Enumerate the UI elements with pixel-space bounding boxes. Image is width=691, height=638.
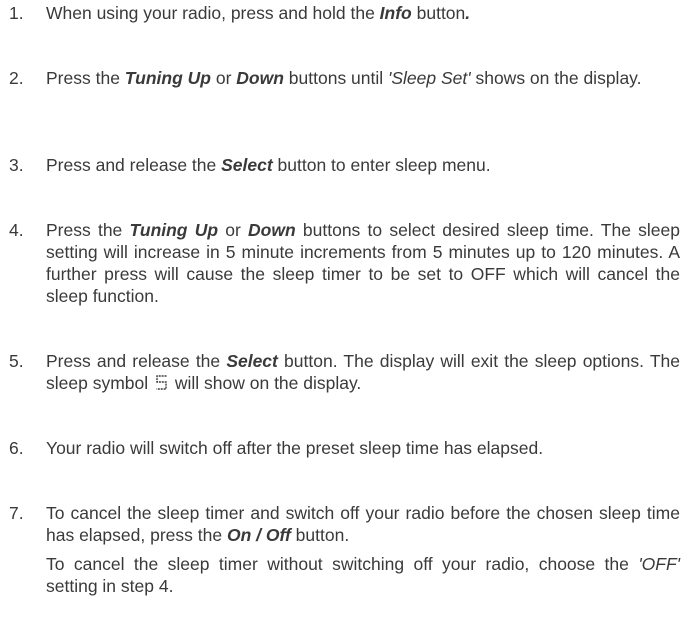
step-7: 7. To cancel the sleep timer and switch … xyxy=(0,502,680,597)
instruction-text: Press the xyxy=(46,68,125,88)
step-paragraph: Press the Tuning Up or Down buttons to s… xyxy=(46,219,680,307)
display-text: 'Sleep Set' xyxy=(388,68,471,88)
instruction-text: button to enter sleep menu. xyxy=(272,155,491,175)
step-number: 1. xyxy=(9,3,24,23)
step-text: Your radio will switch off after the pre… xyxy=(46,437,680,459)
step-number: 2. xyxy=(9,68,24,88)
step-number: 6. xyxy=(9,438,24,458)
step-paragraph: Press the Tuning Up or Down buttons unti… xyxy=(46,67,680,89)
button-name-text: . xyxy=(465,3,471,23)
instruction-text: To cancel the sleep timer without switch… xyxy=(46,554,639,574)
button-name-text: Down xyxy=(248,220,296,240)
button-name-text: Select xyxy=(226,351,278,371)
step-paragraph: When using your radio, press and hold th… xyxy=(46,2,680,24)
step-note-paragraph: To cancel the sleep timer without switch… xyxy=(46,553,680,597)
step-text: To cancel the sleep timer and switch off… xyxy=(46,502,680,597)
sleep-symbol-icon xyxy=(155,374,168,391)
display-text: 'OFF' xyxy=(638,554,680,574)
instruction-page: 1. When using your radio, press and hold… xyxy=(0,0,691,638)
button-name-text: On / Off xyxy=(226,525,291,545)
step-paragraph: Press and release the Select button to e… xyxy=(46,154,680,176)
instruction-text: button. xyxy=(290,525,350,545)
instruction-text: shows on the display. xyxy=(470,68,642,88)
step-2: 2. Press the Tuning Up or Down buttons u… xyxy=(0,67,680,89)
instruction-text: or xyxy=(210,68,237,88)
step-paragraph: Your radio will switch off after the pre… xyxy=(46,437,680,459)
instruction-text: setting in step 4. xyxy=(46,576,174,596)
step-number: 5. xyxy=(9,351,24,371)
step-4: 4. Press the Tuning Up or Down buttons t… xyxy=(0,219,680,307)
instruction-text: Your radio will switch off after the pre… xyxy=(46,438,544,458)
button-name-text: Tuning Up xyxy=(124,68,211,88)
step-text: When using your radio, press and hold th… xyxy=(46,2,680,24)
step-number: 7. xyxy=(9,503,24,523)
instruction-text: Press the xyxy=(46,220,130,240)
step-3: 3. Press and release the Select button t… xyxy=(0,154,680,176)
button-name-text: Down xyxy=(236,68,284,88)
step-text: Press the Tuning Up or Down buttons to s… xyxy=(46,219,680,307)
instruction-text: Press and release the xyxy=(46,155,222,175)
instruction-text: button xyxy=(411,3,466,23)
button-name-text: Tuning Up xyxy=(129,220,219,240)
step-number: 4. xyxy=(9,220,24,240)
button-name-text: Info xyxy=(379,3,412,23)
step-text: Press the Tuning Up or Down buttons unti… xyxy=(46,67,680,89)
step-number: 3. xyxy=(9,155,24,175)
step-text: Press and release the Select button to e… xyxy=(46,154,680,176)
step-text: Press and release the Select button. The… xyxy=(46,350,680,394)
button-name-text: Select xyxy=(221,155,273,175)
instruction-text: or xyxy=(218,220,249,240)
step-5: 5. Press and release the Select button. … xyxy=(0,350,680,394)
instruction-text: buttons until xyxy=(283,68,389,88)
step-paragraph: Press and release the Select button. The… xyxy=(46,350,680,394)
instruction-text: will show on the display. xyxy=(170,373,362,393)
step-1: 1. When using your radio, press and hold… xyxy=(0,2,680,24)
instruction-text: When using your radio, press and hold th… xyxy=(46,3,380,23)
step-paragraph: To cancel the sleep timer and switch off… xyxy=(46,502,680,546)
instruction-text: Press and release the xyxy=(46,351,227,371)
step-6: 6. Your radio will switch off after the … xyxy=(0,437,680,459)
instruction-text: To cancel the sleep timer and switch off… xyxy=(46,503,680,545)
